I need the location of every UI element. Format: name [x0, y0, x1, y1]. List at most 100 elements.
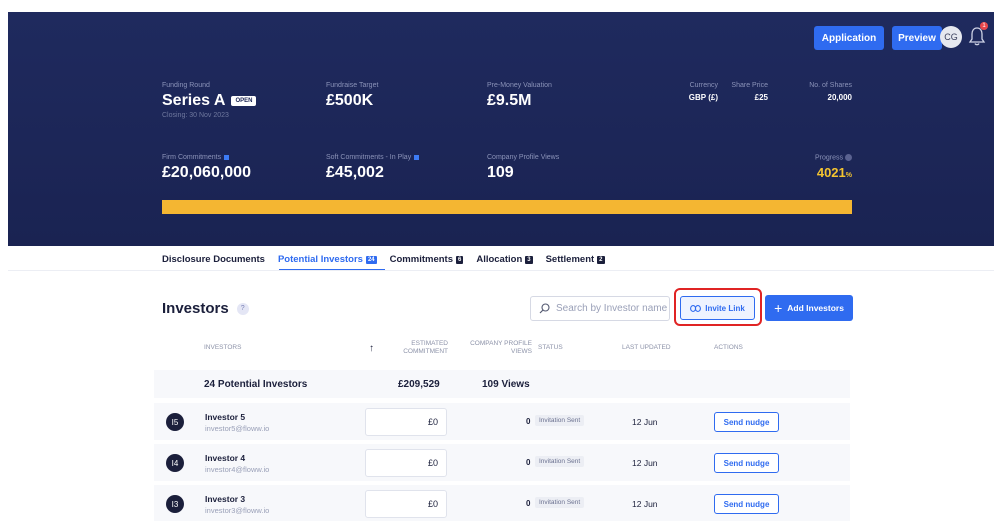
- investor-name[interactable]: Investor 3: [205, 494, 245, 504]
- investor-avatar: I5: [166, 413, 184, 431]
- investors-title: Investors ?: [162, 300, 249, 317]
- investor-email: investor5@floww.io: [205, 424, 270, 433]
- invite-link-button[interactable]: Invite Link: [680, 296, 755, 320]
- preview-button[interactable]: Preview: [892, 26, 942, 50]
- avatar[interactable]: CG: [940, 26, 962, 48]
- soft-commitments-value: £45,002: [326, 164, 384, 181]
- sort-arrow-icon[interactable]: ↑: [369, 343, 374, 354]
- info-icon[interactable]: [224, 154, 230, 160]
- investor-name[interactable]: Investor 4: [205, 453, 245, 463]
- progress-fill: [162, 200, 852, 214]
- share-price-stat: Share Price £25: [728, 82, 768, 102]
- tab-count: 3: [525, 255, 533, 264]
- currency-stat: Currency GBP (£): [668, 82, 718, 102]
- tab-bar: Disclosure Documents Potential Investors…: [162, 254, 605, 265]
- commitment-input[interactable]: £0: [365, 408, 447, 436]
- firm-commitments-stat: Firm Commitments £20,060,000: [162, 154, 251, 182]
- shares-label: No. of Shares: [809, 82, 852, 89]
- column-header-investors[interactable]: INVESTORS: [204, 344, 241, 352]
- profile-views: 0: [526, 458, 531, 467]
- send-nudge-button[interactable]: Send nudge: [714, 494, 779, 514]
- profile-views-stat: Company Profile Views 109: [487, 154, 559, 182]
- commitment-input[interactable]: £0: [365, 490, 447, 518]
- profile-views-label: Company Profile Views: [487, 154, 560, 161]
- progress-label: Progress: [788, 154, 852, 161]
- closing-date: Closing: 30 Nov 2023: [162, 112, 229, 119]
- tabs-divider: [8, 270, 994, 271]
- series-name: Series A: [162, 92, 226, 109]
- search-icon: [539, 303, 550, 314]
- shares-stat: No. of Shares 20,000: [788, 82, 852, 102]
- table-row: I5 Investor 5 investor5@floww.io £0 0 In…: [154, 403, 850, 441]
- tab-count: 24: [365, 255, 377, 264]
- soft-commitments-stat: Soft Commitments - In Play £45,002: [326, 154, 420, 182]
- info-icon[interactable]: [414, 154, 420, 160]
- column-header-estimated-commitment[interactable]: ESTIMATED COMMITMENT: [398, 340, 448, 356]
- progress-bar: [162, 200, 852, 214]
- tab-label: Settlement: [545, 254, 595, 265]
- status-badge: Invitation Sent: [535, 456, 585, 467]
- currency-value: GBP (£): [688, 93, 718, 102]
- shares-value: 20,000: [827, 93, 852, 102]
- info-icon[interactable]: [845, 154, 852, 161]
- column-header-actions: ACTIONS: [714, 344, 743, 351]
- investor-avatar: I4: [166, 454, 184, 472]
- profile-views-value: 109: [487, 164, 514, 181]
- status-badge: Invitation Sent: [535, 497, 585, 508]
- tab-label: Allocation: [476, 254, 523, 265]
- last-updated: 12 Jun: [632, 458, 658, 468]
- pre-money-value: £9.5M: [487, 92, 532, 109]
- tab-commitments[interactable]: Commitments 6: [390, 254, 464, 265]
- tab-label: Disclosure Documents: [162, 254, 265, 265]
- last-updated: 12 Jun: [632, 499, 658, 509]
- tab-count: 6: [455, 255, 464, 264]
- table-row: I4 Investor 4 investor4@floww.io £0 0 In…: [154, 444, 850, 482]
- send-nudge-button[interactable]: Send nudge: [714, 453, 779, 473]
- pre-money-label: Pre-Money Valuation: [487, 82, 552, 89]
- investor-email: investor4@floww.io: [205, 465, 270, 474]
- round-header: Application Preview CG 1 Funding Round S…: [8, 12, 994, 246]
- notification-badge: 1: [980, 22, 988, 30]
- profile-views: 0: [526, 417, 531, 426]
- tab-potential-investors[interactable]: Potential Investors 24: [278, 254, 377, 265]
- profile-views: 0: [526, 499, 531, 508]
- commitment-input[interactable]: £0: [365, 449, 447, 477]
- summary-row: 24 Potential Investors £209,529 109 View…: [154, 370, 850, 398]
- search-placeholder: Search by Investor name: [556, 303, 668, 314]
- invite-link-label: Invite Link: [705, 303, 745, 313]
- investor-avatar: I3: [166, 495, 184, 513]
- column-header-last-updated[interactable]: LAST UPDATED: [622, 344, 671, 352]
- summary-count: 24 Potential Investors: [204, 379, 308, 390]
- tab-label: Potential Investors: [277, 254, 363, 265]
- summary-views: 109 Views: [482, 379, 530, 390]
- tab-settlement[interactable]: Settlement 2: [546, 254, 605, 265]
- active-tab-underline: [279, 269, 385, 270]
- add-investors-button[interactable]: + Add Investors: [765, 295, 853, 321]
- section-title-text: Investors: [162, 300, 229, 317]
- link-icon: [690, 304, 702, 312]
- share-price-label: Share Price: [731, 82, 768, 89]
- progress-stat: Progress 4021%: [788, 154, 852, 180]
- firm-commitments-value: £20,060,000: [162, 164, 251, 181]
- fundraise-target-value: £500K: [326, 92, 374, 109]
- column-header-profile-views[interactable]: COMPANY PROFILE VIEWS: [468, 340, 532, 356]
- tab-label: Commitments: [389, 254, 453, 265]
- funding-round-value: Series A OPEN: [162, 92, 257, 110]
- fundraise-target-stat: Fundraise Target £500K: [326, 82, 378, 110]
- search-input[interactable]: Search by Investor name: [530, 296, 670, 321]
- tab-allocation[interactable]: Allocation 3: [476, 254, 533, 265]
- tab-disclosure-documents[interactable]: Disclosure Documents: [162, 254, 265, 265]
- soft-commitments-label: Soft Commitments - In Play: [326, 154, 420, 161]
- last-updated: 12 Jun: [632, 417, 658, 427]
- help-icon[interactable]: ?: [236, 302, 249, 315]
- status-badge: Invitation Sent: [535, 415, 585, 426]
- add-investors-label: Add Investors: [787, 303, 844, 313]
- column-header-status[interactable]: STATUS: [538, 344, 563, 352]
- investor-email: investor3@floww.io: [205, 506, 270, 515]
- send-nudge-button[interactable]: Send nudge: [714, 412, 779, 432]
- application-button[interactable]: Application: [814, 26, 884, 50]
- summary-commitment: £209,529: [398, 379, 440, 390]
- tab-count: 2: [597, 255, 605, 264]
- investor-name[interactable]: Investor 5: [205, 412, 245, 422]
- table-row: I3 Investor 3 investor3@floww.io £0 0 In…: [154, 485, 850, 521]
